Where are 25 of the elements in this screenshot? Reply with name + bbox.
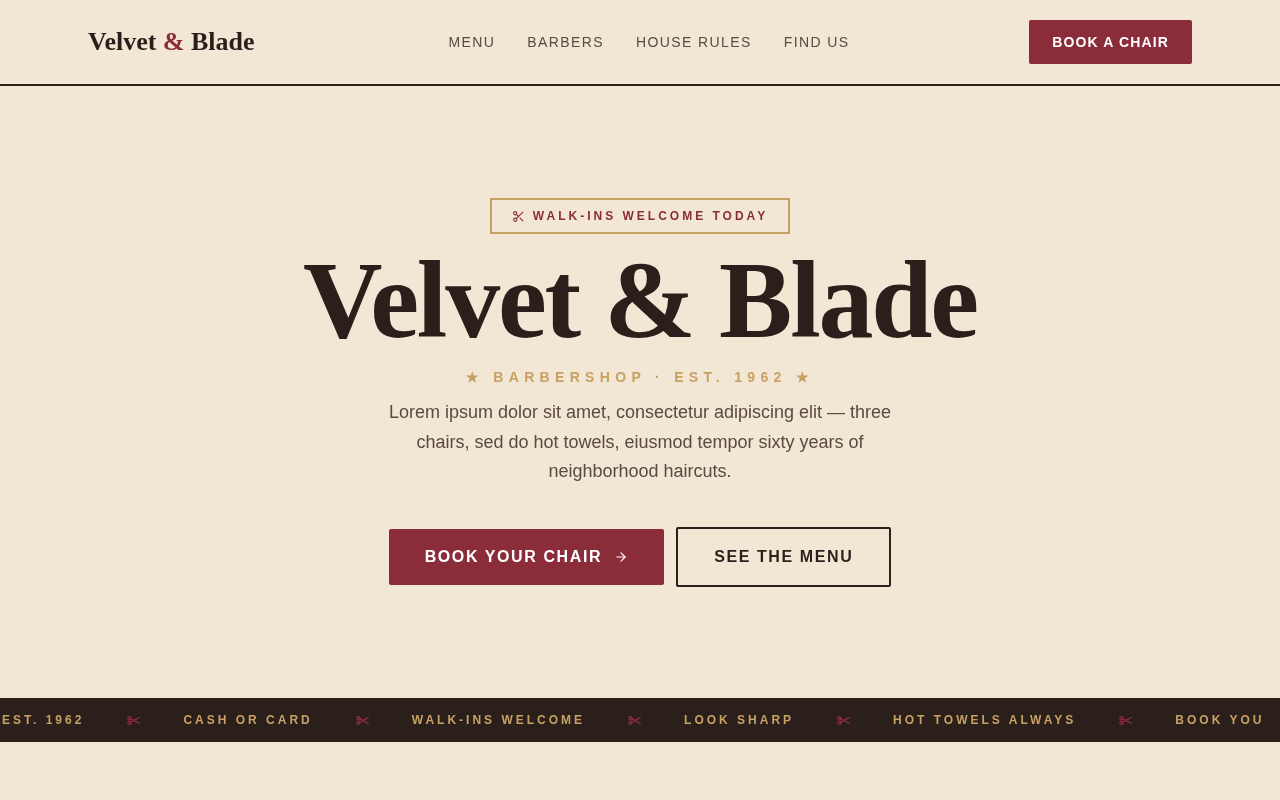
book-chair-button[interactable]: BOOK A CHAIR (1029, 20, 1192, 64)
nav-link[interactable]: HOUSE RULES (635, 31, 752, 53)
scissors-icon (511, 209, 525, 223)
nav-link[interactable]: MENU (448, 31, 496, 53)
scissors-icon (1119, 715, 1133, 725)
hero-title: Velvet & Blade (303, 248, 977, 352)
scissors-icon (837, 715, 851, 725)
tagline: ★ BARBERSHOP · EST. 1962 ★ (465, 368, 815, 387)
hero-description: Lorem ipsum dolor sit amet, consectetur adipiscing elit — three chairs, sed do hot towels, eiusmod tempor sixty years of neighborhood haircuts. (387, 401, 893, 483)
see-menu-button[interactable]: SEE THE MENU (676, 526, 892, 587)
logo[interactable]: Velvet & Blade (88, 29, 255, 55)
book-your-chair-button[interactable]: BOOK YOUR CHAIR (388, 528, 665, 585)
scissors-icon (127, 715, 141, 725)
ticker-text: EST. 1962 (2, 712, 85, 729)
ticker-text: CASH OR CARD (183, 712, 313, 729)
scissors-icon (628, 715, 642, 725)
badge-text: WALK-INS WELCOME TODAY (532, 208, 769, 225)
ticker-text: BOOK YOU (1175, 712, 1265, 729)
ticker-text: HOT TOWELS ALWAYS (893, 712, 1077, 729)
ticker-text: WALK-INS WELCOME (411, 712, 586, 729)
nav-link[interactable]: FIND US (783, 31, 850, 53)
nav-link[interactable]: BARBERS (527, 31, 604, 53)
arrow-right-icon (614, 549, 629, 564)
scissors-icon (355, 715, 369, 725)
ticker-text: LOOK SHARP (684, 712, 795, 729)
